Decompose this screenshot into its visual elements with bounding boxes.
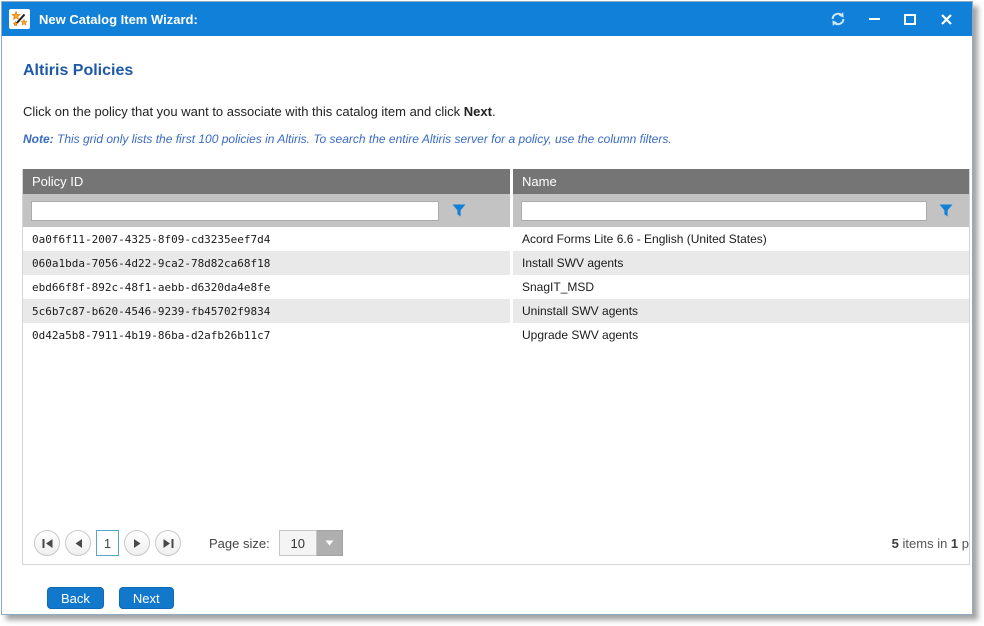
prev-page-button[interactable] [65,530,91,556]
page-size-select[interactable]: 10 [279,530,343,556]
policy-name-cell: Upgrade SWV agents [510,323,969,347]
policy-id-cell: ebd66f8f-892c-48f1-aebb-d6320da4e8fe [23,275,510,299]
refresh-icon[interactable] [830,11,846,27]
current-page-indicator[interactable]: 1 [96,530,119,556]
policy-id-cell: 060a1bda-7056-4d22-9ca2-78d82ca68f18 [23,251,510,275]
instruction-before: Click on the policy that you want to ass… [23,104,464,119]
window-title: New Catalog Item Wizard: [39,12,198,27]
policy-id-cell: 0a0f6f11-2007-4325-8f09-cd3235eef7d4 [23,227,510,251]
chevron-down-icon[interactable] [317,530,343,556]
page-size-value: 10 [279,530,317,556]
wizard-dialog: New Catalog Item Wizard: Altiris Policie… [1,1,973,615]
minimize-icon[interactable] [866,11,882,27]
summary-middle: items in [899,536,951,551]
grid-pager: 1 Page size: 10 [23,522,969,564]
wizard-footer: Back Next [47,587,952,609]
table-row[interactable]: 5c6b7c87-b620-4546-9239-fb45702f9834 Uni… [23,299,969,323]
table-row[interactable]: 060a1bda-7056-4d22-9ca2-78d82ca68f18 Ins… [23,251,969,275]
name-filter-input[interactable] [521,201,927,221]
column-header-name[interactable]: Name [510,169,969,194]
next-page-button[interactable] [124,530,150,556]
pager-summary: 5 items in 1 p [892,536,969,551]
table-row[interactable]: 0d42a5b8-7911-4b19-86ba-d2afb26b11c7 Upg… [23,323,969,347]
table-row[interactable]: 0a0f6f11-2007-4325-8f09-cd3235eef7d4 Aco… [23,227,969,251]
maximize-icon[interactable] [902,11,918,27]
policy-name-cell: Uninstall SWV agents [510,299,969,323]
page-title: Altiris Policies [23,62,952,80]
filter-icon[interactable] [939,204,953,217]
summary-suffix: p [958,536,969,551]
app-wizard-icon [9,9,30,29]
instruction-text: Click on the policy that you want to ass… [23,104,952,119]
policy-name-cell: Acord Forms Lite 6.6 - English (United S… [510,227,969,251]
note-text: Note: This grid only lists the first 100… [23,132,952,146]
instruction-after: . [492,104,496,119]
grid-filter-row [23,194,969,227]
grid-header-row: Policy ID Name [23,169,969,194]
first-page-button[interactable] [34,530,60,556]
last-page-button[interactable] [155,530,181,556]
instruction-next-emphasis: Next [464,104,492,119]
titlebar: New Catalog Item Wizard: [2,2,972,36]
note-label: Note: [23,132,54,146]
policy-name-cell: Install SWV agents [510,251,969,275]
grid-empty-area [23,347,969,522]
policies-grid: Policy ID Name [22,169,970,565]
items-count: 5 [892,536,899,551]
policy-name-cell: SnagIT_MSD [510,275,969,299]
close-icon[interactable] [938,11,954,27]
filter-icon[interactable] [452,204,466,217]
policy-id-filter-input[interactable] [31,201,439,221]
column-header-policy-id[interactable]: Policy ID [23,169,510,194]
page-size-label: Page size: [209,536,270,551]
back-button[interactable]: Back [47,587,104,609]
table-row[interactable]: ebd66f8f-892c-48f1-aebb-d6320da4e8fe Sna… [23,275,969,299]
policy-id-cell: 0d42a5b8-7911-4b19-86ba-d2afb26b11c7 [23,323,510,347]
policy-id-cell: 5c6b7c87-b620-4546-9239-fb45702f9834 [23,299,510,323]
note-body: This grid only lists the first 100 polic… [54,132,672,146]
next-button[interactable]: Next [119,587,174,609]
